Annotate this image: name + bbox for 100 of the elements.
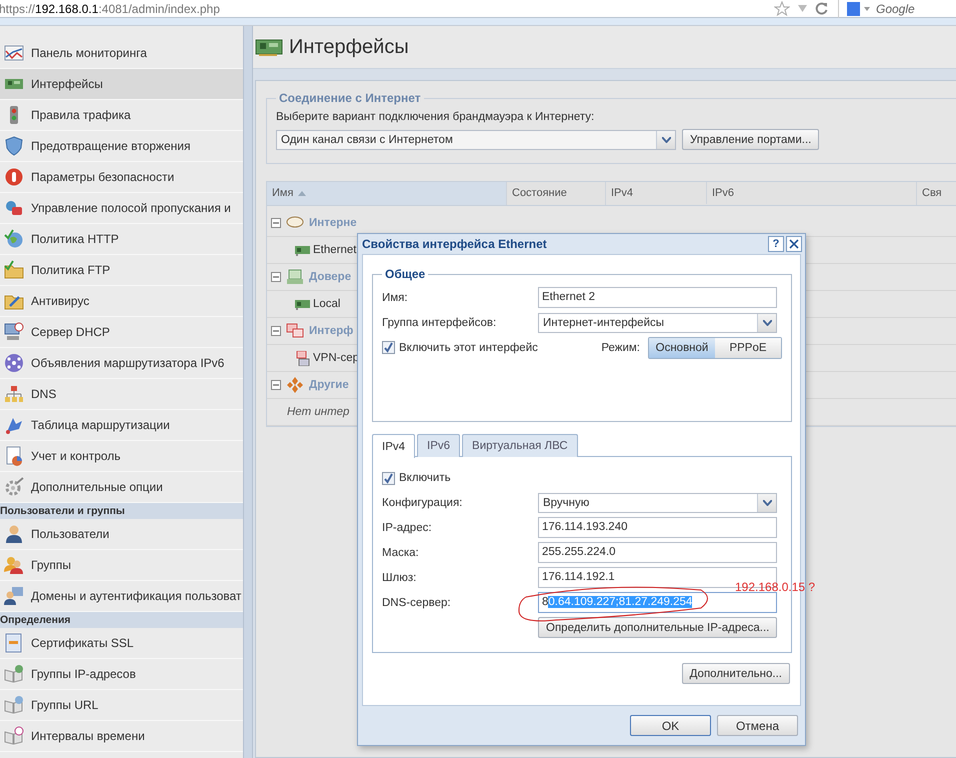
sidebar-section-header: Пользователи и группы (0, 503, 243, 519)
tab[interactable]: IPv6 (417, 434, 460, 457)
sidebar-item[interactable]: DNS (0, 379, 243, 410)
manage-ports-button[interactable]: Управление портами... (682, 129, 820, 150)
sidebar-item[interactable]: Пользователи (0, 519, 243, 550)
sidebar-item[interactable]: Антивирус (0, 286, 243, 317)
close-button[interactable] (786, 236, 802, 252)
column-header[interactable]: Состояние (507, 182, 606, 205)
chevron-down-icon (762, 320, 772, 326)
dropdown-icon[interactable] (864, 6, 870, 10)
dialog-title: Свойства интерфейса Ethernet (362, 237, 548, 251)
circuit-board-icon (295, 298, 310, 310)
sidebar-item[interactable]: Интервалы времени (0, 721, 243, 752)
checkbox-label: Включить этот интерфейс (399, 342, 538, 354)
mode-toggle[interactable]: Основной (649, 338, 715, 358)
config-select[interactable]: Вручную (538, 492, 777, 512)
network-icon (4, 198, 24, 218)
column-header[interactable]: IPv6 (707, 182, 917, 205)
collapse-toggle-icon[interactable] (271, 380, 281, 390)
tab[interactable]: Виртуальная ЛВС (462, 434, 578, 457)
network-icon (286, 322, 304, 340)
user-icon (4, 586, 24, 606)
book-icon (4, 726, 24, 746)
sidebar-item[interactable]: Параметры безопасности (0, 162, 243, 193)
hub-icon (4, 353, 24, 373)
input-field[interactable]: 255.255.224.0 (538, 542, 777, 563)
users-icon (4, 555, 24, 575)
folder-icon (4, 260, 24, 280)
tab[interactable]: IPv4 (372, 434, 416, 458)
address-bar[interactable]: https://192.168.0.1:4081/admin/index.php (0, 2, 770, 16)
checkbox-label: Включить (399, 472, 451, 484)
group-select[interactable]: Интернет-интерфейсы (538, 312, 777, 332)
sidebar-item[interactable]: Сервер DHCP (0, 317, 243, 348)
sidebar-item[interactable]: Группы (0, 550, 243, 581)
interface-name[interactable]: Ethernet (313, 244, 356, 256)
reload-icon[interactable] (815, 2, 828, 15)
sidebar-item[interactable]: Интерфейсы (0, 69, 243, 100)
help-button[interactable]: ? (768, 236, 784, 252)
sidebar-item[interactable]: Правила трафика (0, 100, 243, 131)
sidebar-item[interactable]: Группы URL (0, 690, 243, 721)
field-label: IP-адрес: (382, 522, 433, 534)
group-name: Довере (309, 271, 352, 283)
computer-icon (295, 350, 310, 366)
checkbox[interactable] (382, 472, 395, 484)
advanced-button[interactable]: Дополнительно... (682, 663, 790, 684)
globe-icon (4, 229, 24, 249)
circuit-board-icon (255, 37, 283, 57)
search-field[interactable]: Google (874, 2, 956, 16)
empty-message: Нет интер (287, 406, 350, 418)
hierarchy-icon (4, 384, 24, 404)
column-header[interactable]: Свя (917, 182, 956, 205)
mode-toggle[interactable]: PPPoE (715, 338, 781, 358)
group-name: Интерне (309, 217, 357, 229)
group-name: Другие (309, 379, 349, 391)
field-label: Выберите вариант подключения брандмауэра к Интернету: (276, 111, 596, 123)
name-field[interactable]: Ethernet 2 (538, 287, 777, 308)
gear-icon (4, 477, 24, 497)
field-label: Конфигурация: (382, 496, 464, 508)
field-label: DNS-сервер: (382, 596, 452, 608)
sidebar-item[interactable]: Таблица маршрутизации (0, 410, 243, 441)
column-header[interactable]: IPv4 (606, 182, 707, 204)
connection-select[interactable]: Один канал связи с Интернетом (276, 130, 676, 150)
sidebar-item[interactable]: Политика FTP (0, 255, 243, 286)
section-title: Соединение с Интернет (278, 91, 422, 105)
collapse-toggle-icon[interactable] (271, 326, 281, 336)
search-engine-icon[interactable] (847, 2, 860, 16)
computer-icon (4, 322, 24, 342)
close-icon (789, 239, 799, 249)
star-icon[interactable] (774, 1, 790, 16)
sidebar-item[interactable]: Управление полосой пропускания и (0, 193, 243, 224)
user-icon (4, 524, 24, 544)
ok-button[interactable]: OK (630, 715, 711, 736)
input-field[interactable]: 80.64.109.227;81.27.249.254 (538, 592, 777, 613)
field-label: Имя: (382, 292, 409, 304)
shield-icon (4, 136, 24, 156)
book-icon (4, 664, 24, 684)
collapse-toggle-icon[interactable] (271, 272, 281, 282)
sidebar-item[interactable]: Объявления маршрутизатора IPv6 (0, 348, 243, 379)
sidebar-item[interactable]: Сертификаты SSL (0, 628, 243, 659)
field-label: Маска: (382, 546, 420, 558)
additional-ip-button[interactable]: Определить дополнительные IP-адреса... (538, 617, 778, 638)
sidebar-item[interactable]: Группы IP-адресов (0, 659, 243, 690)
column-header[interactable]: Имя (267, 182, 507, 205)
chevron-down-icon (662, 136, 670, 142)
sidebar-item[interactable]: Политика HTTP (0, 224, 243, 255)
collapse-toggle-icon[interactable] (271, 218, 281, 228)
interface-name[interactable]: Local (313, 298, 340, 310)
field-label: Группа интерфейсов: (382, 316, 498, 328)
input-field[interactable]: 176.114.193.240 (538, 517, 777, 538)
field-label: Режим: (601, 342, 640, 354)
chart-icon (4, 43, 24, 63)
sidebar-item[interactable]: Предотвращение вторжения (0, 131, 243, 162)
sidebar-item[interactable]: Учет и контроль (0, 441, 243, 472)
diamond-icon (286, 376, 304, 394)
sort-arrow-icon (298, 191, 306, 196)
circuit-board-icon (295, 244, 310, 256)
checkbox[interactable] (382, 341, 395, 354)
sidebar-section-header: Определения (0, 612, 243, 628)
cancel-button[interactable]: Отмена (717, 715, 798, 736)
document-icon (4, 446, 24, 466)
